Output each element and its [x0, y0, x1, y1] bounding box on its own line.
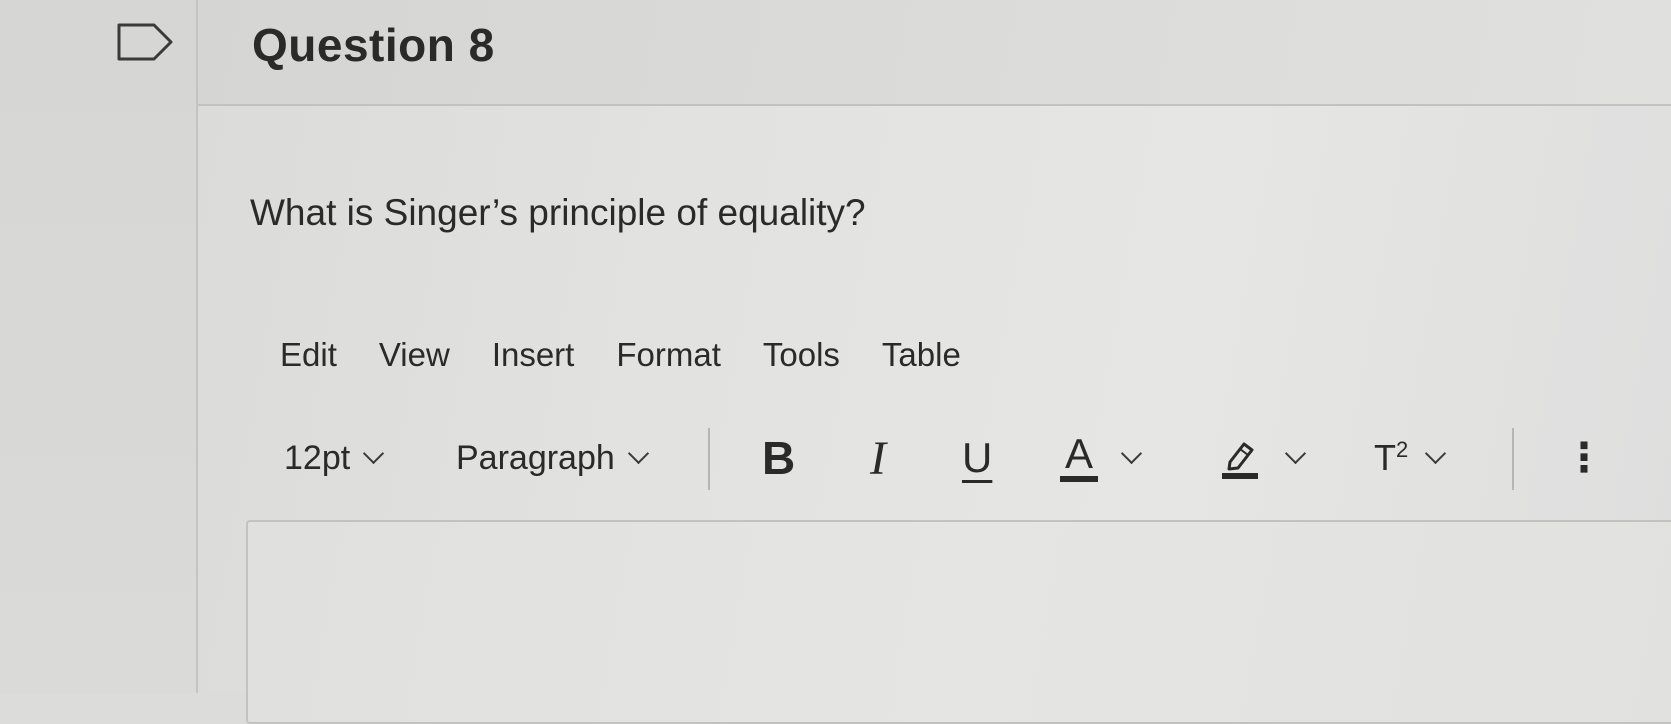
underline-icon: U: [962, 434, 993, 481]
editor-toolbar: 12pt Paragraph B I U A T2 ⋮: [284, 428, 1604, 490]
menu-tools[interactable]: Tools: [763, 336, 840, 374]
superscript-icon: T2: [1374, 437, 1408, 479]
chevron-down-icon: [1120, 442, 1143, 464]
bold-button[interactable]: B: [762, 428, 795, 488]
font-size-value: 12pt: [284, 438, 351, 477]
flag-question-icon[interactable]: [116, 22, 174, 62]
vertical-ellipsis-icon: ⋮: [1564, 436, 1604, 480]
toolbar-separator: [708, 428, 710, 490]
italic-button[interactable]: I: [870, 428, 886, 488]
bold-icon: B: [762, 432, 796, 484]
quiz-page: Question 8 What is Singer’s principle of…: [0, 0, 1671, 724]
chevron-down-icon: [627, 442, 649, 464]
text-color-bar: [1060, 476, 1098, 482]
superscript-exp: 2: [1396, 437, 1409, 462]
font-size-dropdown[interactable]: 12pt: [284, 428, 385, 488]
menu-view[interactable]: View: [379, 336, 450, 374]
chevron-down-icon: [1425, 442, 1447, 464]
more-options-button[interactable]: ⋮: [1564, 428, 1604, 488]
chevron-down-icon: [1284, 442, 1307, 464]
menu-table[interactable]: Table: [882, 336, 961, 374]
italic-icon: I: [870, 431, 886, 485]
chevron-down-icon: [363, 442, 385, 464]
editor-menubar: Edit View Insert Format Tools Table: [280, 336, 1003, 374]
underline-button[interactable]: U: [962, 428, 992, 488]
highlight-color-button[interactable]: [1220, 428, 1307, 488]
answer-text-area[interactable]: [246, 520, 1671, 724]
question-gutter: [0, 0, 198, 693]
menu-format[interactable]: Format: [616, 336, 721, 374]
menu-insert[interactable]: Insert: [492, 336, 575, 374]
question-title: Question 8: [252, 19, 495, 71]
superscript-base: T: [1374, 437, 1396, 478]
highlighter-icon: [1222, 442, 1258, 479]
question-prompt: What is Singer’s principle of equality?: [250, 192, 866, 233]
menu-edit[interactable]: Edit: [280, 336, 337, 374]
toolbar-separator: [1512, 428, 1514, 490]
block-format-value: Paragraph: [456, 438, 615, 477]
text-color-icon: A: [1060, 430, 1098, 482]
block-format-dropdown[interactable]: Paragraph: [456, 428, 649, 488]
text-color-glyph: A: [1064, 430, 1093, 477]
text-color-button[interactable]: A: [1060, 428, 1143, 488]
superscript-button[interactable]: T2: [1374, 428, 1447, 488]
